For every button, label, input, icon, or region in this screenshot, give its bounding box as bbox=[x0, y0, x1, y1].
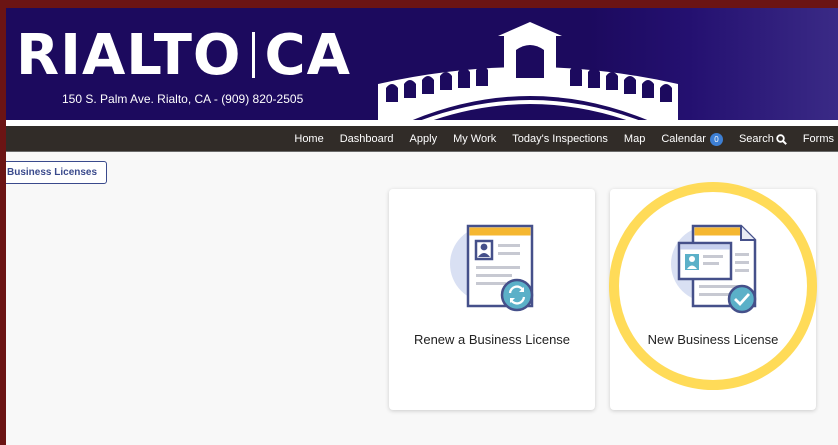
city-logo[interactable]: RIALTO CA bbox=[16, 26, 351, 86]
nav-search-label: Search bbox=[738, 133, 774, 145]
new-license-card[interactable]: New Business License bbox=[610, 189, 816, 410]
search-icon bbox=[776, 133, 787, 145]
page: RIALTO CA 150 S. Palm Ave. Rialto, CA - (… bbox=[6, 8, 838, 445]
nav-calendar-label: Calendar bbox=[661, 133, 706, 145]
nav-forms[interactable]: Forms bbox=[803, 133, 834, 145]
nav-search[interactable]: Search bbox=[739, 133, 787, 145]
nav-apply[interactable]: Apply bbox=[410, 133, 438, 145]
city-address: 150 S. Palm Ave. Rialto, CA - (909) 820-… bbox=[62, 92, 304, 106]
nav-map[interactable]: Map bbox=[624, 133, 645, 145]
calendar-count-badge: 0 bbox=[709, 132, 723, 146]
logo-text-state: CA bbox=[264, 23, 351, 88]
new-license-label: New Business License bbox=[647, 332, 779, 347]
renew-document-icon bbox=[450, 224, 534, 312]
header-banner: RIALTO CA 150 S. Palm Ave. Rialto, CA - (… bbox=[6, 8, 838, 120]
nav-todays-inspections[interactable]: Today's Inspections bbox=[512, 133, 608, 145]
renew-license-label: Renew a Business License bbox=[413, 332, 571, 347]
nav-home[interactable]: Home bbox=[294, 133, 323, 145]
nav-my-work[interactable]: My Work bbox=[453, 133, 496, 145]
logo-divider bbox=[251, 32, 255, 78]
nav-dashboard[interactable]: Dashboard bbox=[340, 133, 394, 145]
new-license-document-icon bbox=[671, 224, 757, 314]
logo-text-city: RIALTO bbox=[16, 23, 242, 88]
rialto-bridge-icon bbox=[378, 22, 678, 120]
business-licenses-button[interactable]: Business Licenses bbox=[6, 161, 108, 184]
nav-calendar[interactable]: Calendar 0 bbox=[661, 132, 723, 146]
renew-license-card[interactable]: Renew a Business License bbox=[389, 189, 595, 410]
main-navigation: Home Dashboard Apply My Work Today's Ins… bbox=[6, 126, 838, 152]
